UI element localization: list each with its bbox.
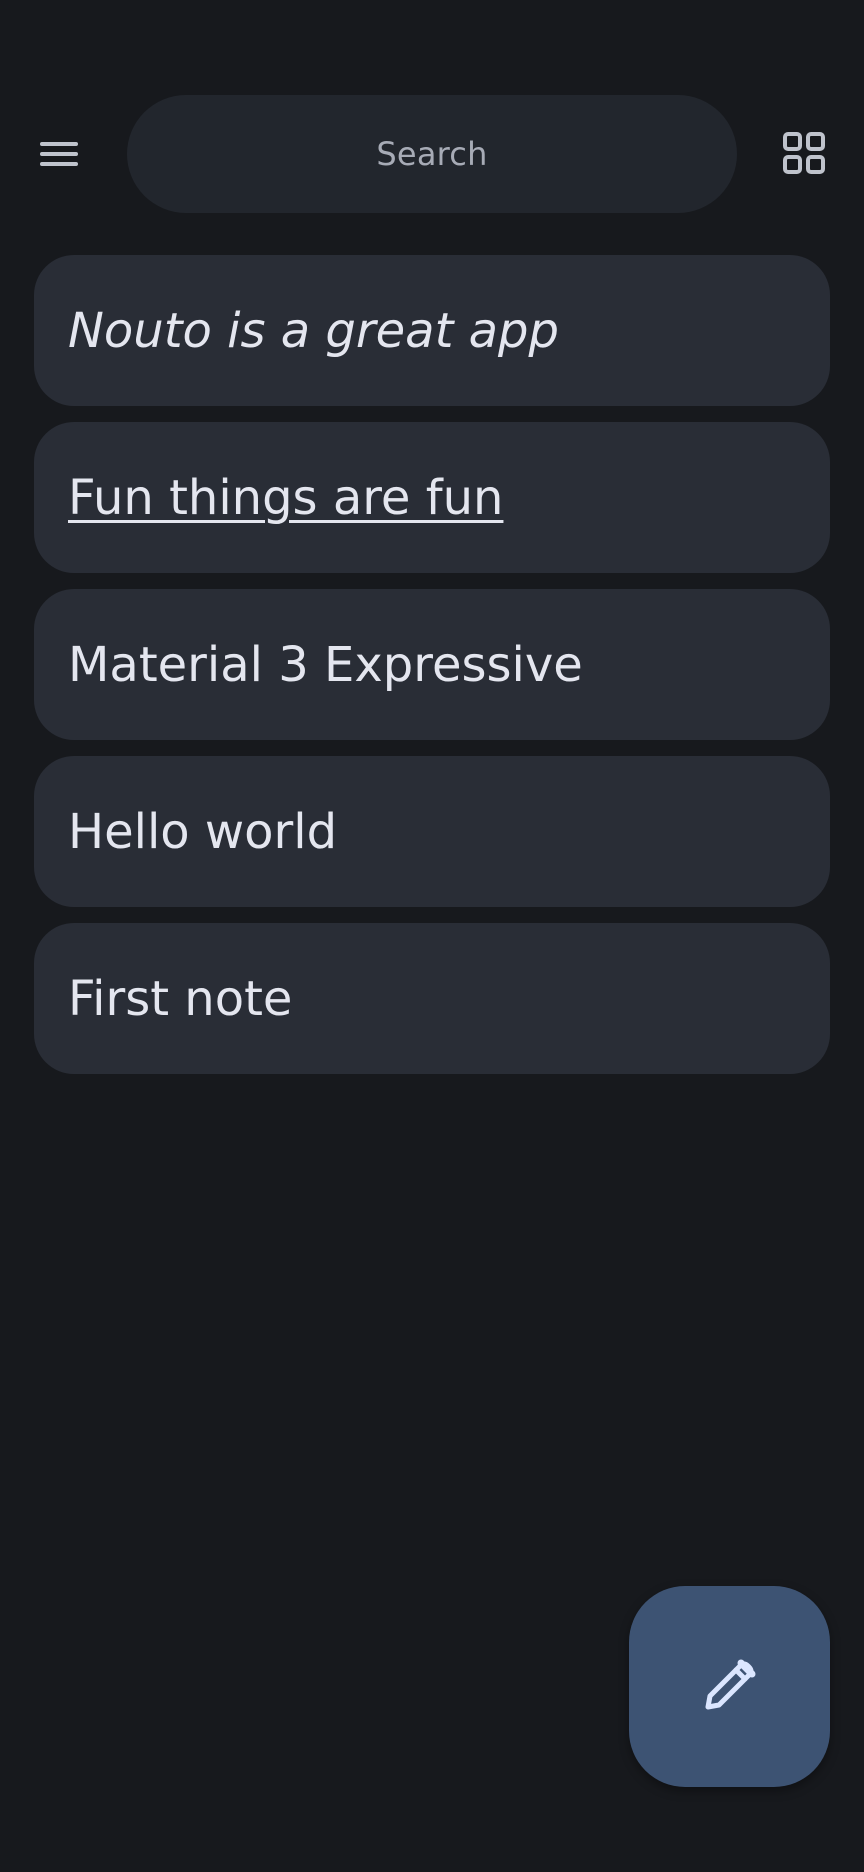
- menu-icon: [38, 138, 80, 174]
- top-app-bar: Search: [0, 95, 864, 213]
- note-card[interactable]: First note: [34, 923, 830, 1074]
- menu-button[interactable]: [24, 121, 94, 191]
- note-title: Fun things are fun: [68, 469, 504, 526]
- search-placeholder: Search: [376, 135, 488, 173]
- note-card[interactable]: Material 3 Expressive: [34, 589, 830, 740]
- note-title: First note: [68, 970, 293, 1027]
- note-title: Nouto is a great app: [68, 302, 559, 359]
- edit-icon: [698, 1653, 762, 1721]
- view-toggle-button[interactable]: [768, 119, 840, 191]
- new-note-button[interactable]: [629, 1586, 830, 1787]
- grid-view-icon: [782, 131, 826, 179]
- note-card[interactable]: Hello world: [34, 756, 830, 907]
- note-card[interactable]: Nouto is a great app: [34, 255, 830, 406]
- note-card[interactable]: Fun things are fun: [34, 422, 830, 573]
- note-title: Material 3 Expressive: [68, 636, 583, 693]
- search-bar[interactable]: Search: [127, 95, 737, 213]
- notes-list: Nouto is a great app Fun things are fun …: [34, 255, 830, 1090]
- note-title: Hello world: [68, 803, 338, 860]
